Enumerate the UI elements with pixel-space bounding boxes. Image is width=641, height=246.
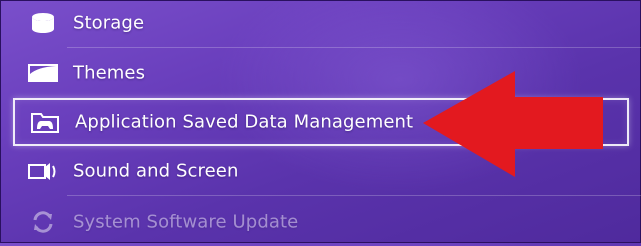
themes-icon [27, 60, 59, 86]
menu-item-label: Application Saved Data Management [75, 111, 414, 133]
menu-item-storage[interactable]: Storage [13, 0, 629, 47]
storage-icon [27, 10, 59, 36]
settings-menu: Storage Themes Application Saved Data Ma… [1, 1, 641, 244]
update-icon [27, 209, 59, 235]
menu-item-label: Storage [73, 12, 145, 34]
menu-item-label: System Software Update [73, 211, 299, 233]
divider [67, 47, 641, 48]
menu-item-label: Sound and Screen [73, 160, 239, 182]
red-arrow-annotation-icon [423, 71, 603, 177]
speaker-icon [27, 158, 59, 184]
folder-gamepad-icon [29, 109, 61, 135]
menu-item-system-software-update[interactable]: System Software Update [13, 198, 629, 246]
divider [67, 195, 641, 196]
menu-item-label: Themes [73, 62, 146, 84]
